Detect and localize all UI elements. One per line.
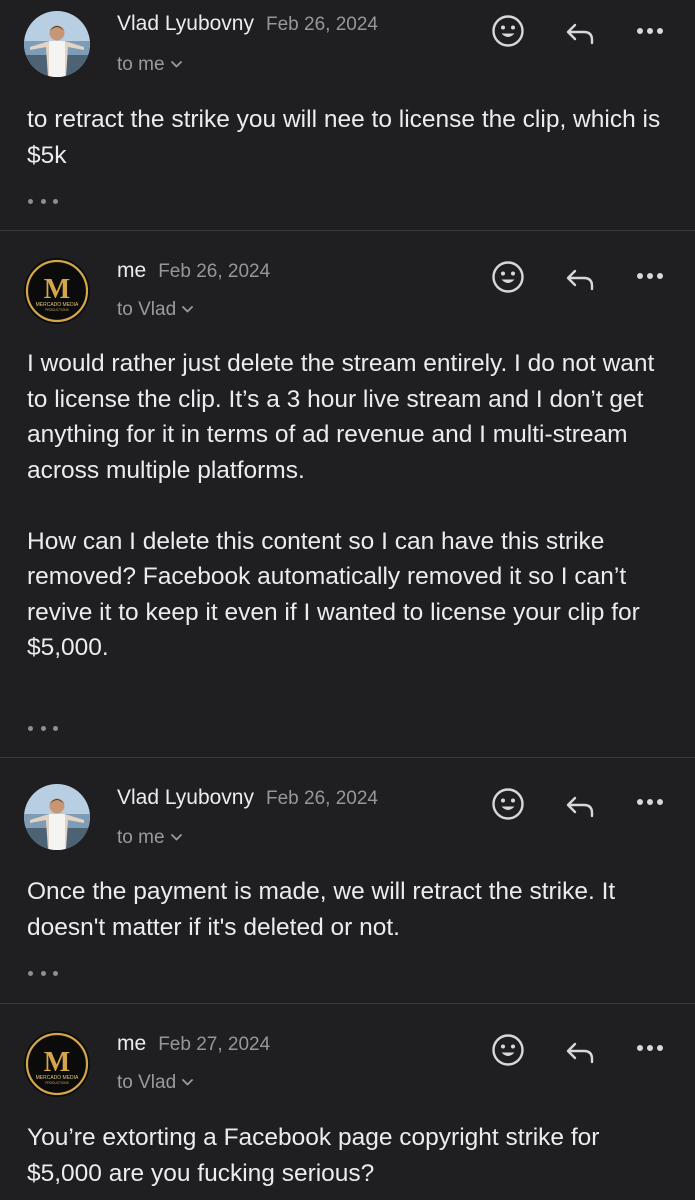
logo-letter: M <box>44 274 70 305</box>
sender-name[interactable]: Vlad Lyubovny <box>117 786 254 809</box>
sender-avatar[interactable]: M MERCADO MEDIA PRODUCTIONS <box>24 258 90 324</box>
emoji-reaction-icon[interactable] <box>488 11 528 51</box>
emoji-reaction-icon[interactable] <box>488 784 528 824</box>
message-body: to retract the strike you will nee to li… <box>27 102 677 173</box>
reply-icon[interactable] <box>560 259 600 299</box>
sender-avatar[interactable] <box>24 784 90 850</box>
sender-line: me Feb 26, 2024 <box>117 259 270 283</box>
recipient-toggle[interactable]: to me <box>117 52 182 76</box>
sender-line: Vlad Lyubovny Feb 26, 2024 <box>117 12 378 36</box>
message-paragraph: You’re extorting a Facebook page copyrig… <box>27 1124 600 1187</box>
sender-name[interactable]: Vlad Lyubovny <box>117 12 254 35</box>
chevron-down-icon <box>170 825 182 847</box>
logo-text-line2: PRODUCTIONS <box>45 308 69 312</box>
sender-name[interactable]: me <box>117 1032 146 1055</box>
message-body: You’re extorting a Facebook page copyrig… <box>27 1120 677 1191</box>
sender-name[interactable]: me <box>117 259 146 282</box>
sender-avatar[interactable] <box>24 11 90 77</box>
logo-text-line2: PRODUCTIONS <box>45 1081 69 1085</box>
recipient-label: to Vlad <box>117 299 177 320</box>
message-date: Feb 27, 2024 <box>158 1034 271 1055</box>
sender-line: Vlad Lyubovny Feb 26, 2024 <box>117 786 378 810</box>
sender-line: me Feb 27, 2024 <box>117 1032 270 1056</box>
message-paragraph: How can I delete this content so I can h… <box>27 527 640 662</box>
message-paragraph: Once the payment is made, we will retrac… <box>27 878 616 941</box>
message-body: Once the payment is made, we will retrac… <box>27 874 677 945</box>
more-options-icon[interactable] <box>630 11 670 51</box>
reply-icon[interactable] <box>560 1032 600 1072</box>
recipient-label: to me <box>117 827 165 848</box>
chevron-down-icon <box>182 1070 194 1092</box>
recipient-toggle[interactable]: to Vlad <box>117 1070 194 1094</box>
more-options-icon[interactable] <box>630 1028 670 1068</box>
message-body: I would rather just delete the stream en… <box>27 346 677 666</box>
more-options-icon[interactable] <box>630 782 670 822</box>
message-divider <box>0 1003 695 1004</box>
emoji-reaction-icon[interactable] <box>488 1030 528 1070</box>
recipient-toggle[interactable]: to me <box>117 825 182 849</box>
message-paragraph: I would rather just delete the stream en… <box>27 350 655 484</box>
recipient-label: to me <box>117 54 165 75</box>
message-date: Feb 26, 2024 <box>265 14 378 35</box>
show-trimmed-content-icon[interactable] <box>26 720 60 736</box>
message-divider <box>0 757 695 758</box>
logo-letter: M <box>44 1047 70 1078</box>
chevron-down-icon <box>182 297 194 319</box>
message-date: Feb 26, 2024 <box>158 261 271 282</box>
sender-avatar[interactable]: M MERCADO MEDIA PRODUCTIONS <box>24 1031 90 1097</box>
recipient-label: to Vlad <box>117 1072 177 1093</box>
emoji-reaction-icon[interactable] <box>488 257 528 297</box>
reply-icon[interactable] <box>560 786 600 826</box>
show-trimmed-content-icon[interactable] <box>26 193 60 209</box>
reply-icon[interactable] <box>560 13 600 53</box>
recipient-toggle[interactable]: to Vlad <box>117 297 194 321</box>
show-trimmed-content-icon[interactable] <box>26 965 60 981</box>
message-paragraph: to retract the strike you will nee to li… <box>27 106 661 169</box>
chevron-down-icon <box>170 52 182 74</box>
message-date: Feb 26, 2024 <box>265 788 378 809</box>
more-options-icon[interactable] <box>630 256 670 296</box>
message-divider <box>0 230 695 231</box>
